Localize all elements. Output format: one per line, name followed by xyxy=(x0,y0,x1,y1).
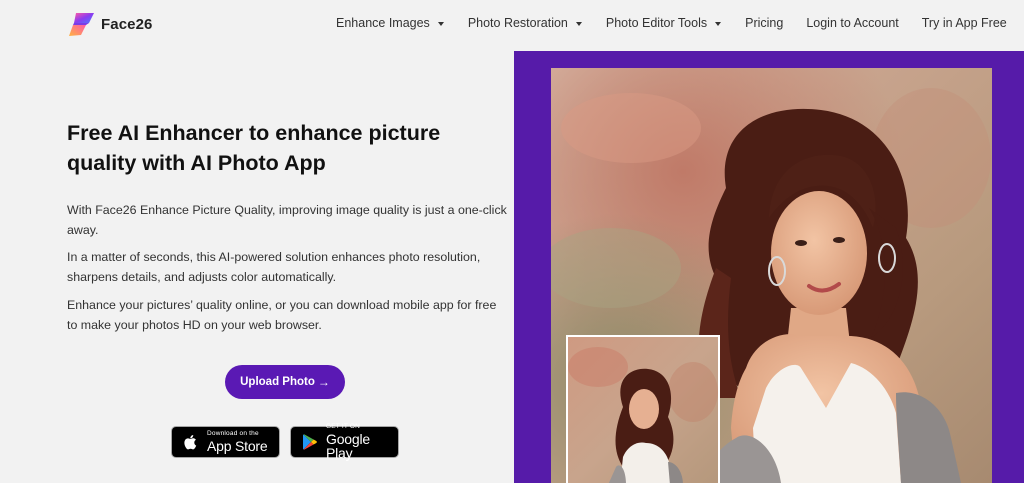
chevron-down-icon xyxy=(437,22,444,26)
upload-label: Upload Photo xyxy=(240,376,315,388)
store-name: Google Play xyxy=(326,430,370,461)
hero-paragraph: In a matter of seconds, this AI-powered … xyxy=(67,250,481,284)
nav-try-free[interactable]: Try in App Free xyxy=(922,16,1007,30)
store-caption: Download on the xyxy=(207,430,259,438)
woman-portrait-thumbnail-image xyxy=(568,337,718,483)
main-nav: Enhance Images Photo Restoration Photo E… xyxy=(336,16,1007,30)
nav-enhance-images[interactable]: Enhance Images xyxy=(336,16,444,30)
google-play-button[interactable]: GET IT ON Google Play xyxy=(290,423,399,461)
nav-label: Photo Editor Tools xyxy=(605,16,708,30)
brand-logo[interactable]: Face26 xyxy=(68,11,152,38)
hero-title: Free AI Enhancer to enhance picture qual… xyxy=(67,121,441,175)
chevron-down-icon xyxy=(715,22,722,26)
nav-label: Try in App Free xyxy=(921,16,1007,30)
hero-paragraph: With Face26 Enhance Picture Quality, imp… xyxy=(67,203,507,237)
brand-name: Face26 xyxy=(101,16,153,33)
upload-photo-button[interactable]: Upload Photo → xyxy=(225,365,345,399)
app-store-button[interactable]: Download on the App Store xyxy=(171,426,280,458)
nav-label: Enhance Images xyxy=(336,16,430,30)
arrow-right-icon: → xyxy=(317,375,330,389)
nav-label: Login to Account xyxy=(806,16,899,30)
nav-pricing[interactable]: Pricing xyxy=(745,16,783,30)
nav-login[interactable]: Login to Account xyxy=(806,16,898,30)
chevron-down-icon xyxy=(575,22,582,26)
face26-logo-icon xyxy=(69,13,94,36)
nav-label: Pricing xyxy=(745,16,784,30)
store-caption: GET IT ON xyxy=(326,423,361,431)
original-photo-thumbnail xyxy=(566,335,720,483)
google-play-icon xyxy=(303,434,317,450)
apple-icon xyxy=(184,435,197,450)
site-header: Face26 Enhance Images Photo Restoration … xyxy=(0,0,1024,48)
hero-paragraph: Enhance your pictures’ quality online, o… xyxy=(67,298,497,332)
nav-label: Photo Restoration xyxy=(467,16,568,30)
nav-photo-restoration[interactable]: Photo Restoration xyxy=(468,16,582,30)
nav-photo-editor-tools[interactable]: Photo Editor Tools xyxy=(605,16,722,30)
store-name: App Store xyxy=(207,437,268,454)
